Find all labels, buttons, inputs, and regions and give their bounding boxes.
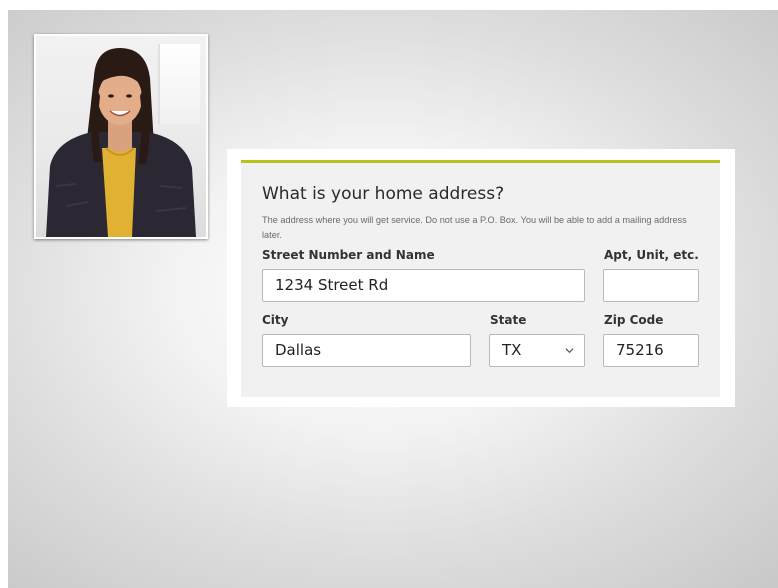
form-title: What is your home address? — [262, 184, 505, 204]
form-description: The address where you will get service. … — [262, 215, 687, 240]
chevron-down-icon — [565, 348, 574, 354]
city-input[interactable]: Dallas — [262, 334, 471, 367]
zip-input[interactable]: 75216 — [603, 334, 699, 367]
street-label: Street Number and Name — [262, 248, 435, 262]
state-label: State — [490, 313, 527, 327]
street-input[interactable]: 1234 Street Rd — [262, 269, 585, 302]
zip-label: Zip Code — [604, 313, 664, 327]
apt-input[interactable] — [603, 269, 699, 302]
state-value: TX — [502, 341, 522, 359]
slide-stage: What is your home address? The address w… — [8, 10, 778, 588]
address-form: What is your home address? The address w… — [241, 160, 720, 397]
state-select[interactable]: TX — [489, 334, 585, 367]
address-card: What is your home address? The address w… — [227, 149, 735, 407]
presenter-photo — [34, 34, 208, 239]
city-label: City — [262, 313, 289, 327]
apt-label: Apt, Unit, etc. — [604, 248, 699, 262]
